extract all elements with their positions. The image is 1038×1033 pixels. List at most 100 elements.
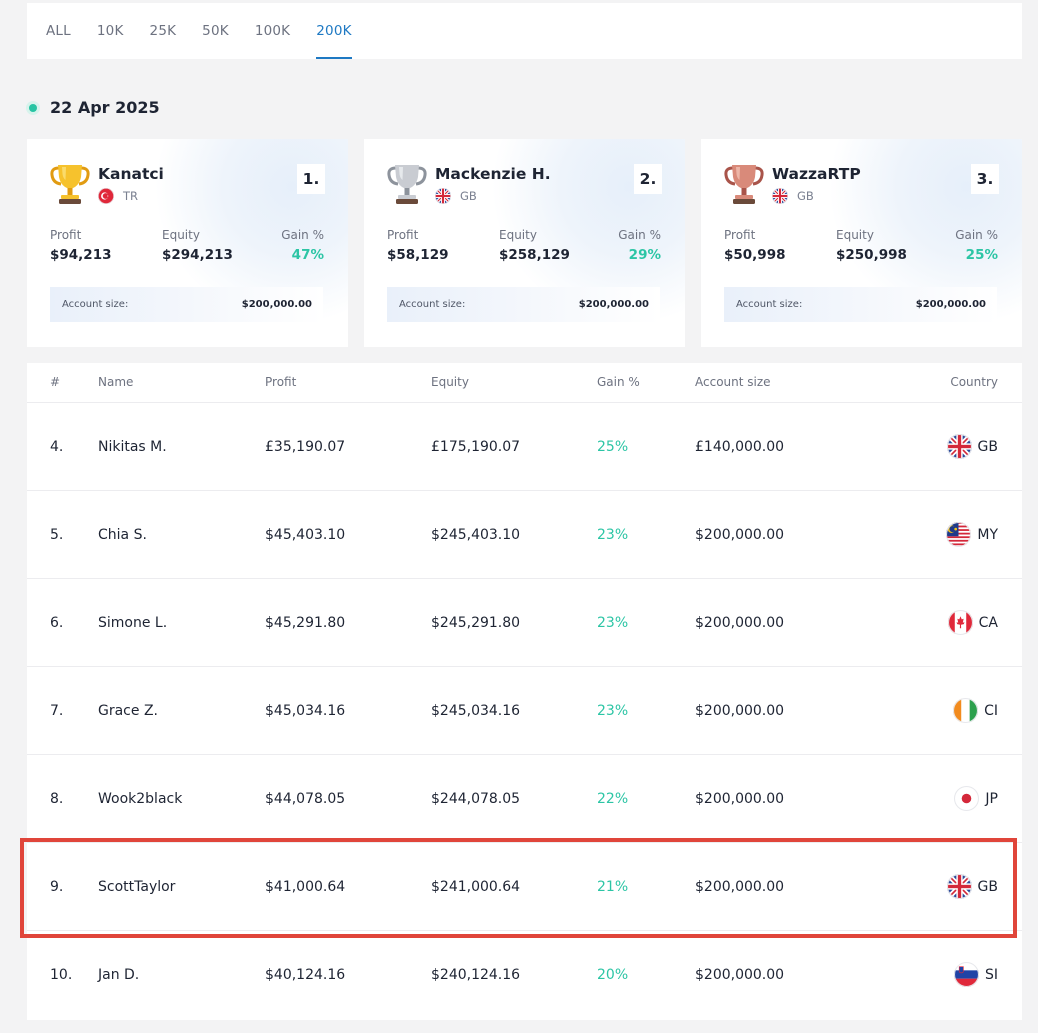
flag-ca-icon: [947, 610, 979, 635]
row-equity: $245,403.10: [431, 527, 521, 543]
header-name: Name: [98, 375, 134, 389]
row-rank: 9.: [50, 879, 64, 895]
equity-stat: Equity $294,213: [162, 228, 233, 263]
table-row[interactable]: 4. Nikitas M. £35,190.07 £175,190.07 25%…: [27, 403, 1022, 491]
row-profit: $45,034.16: [265, 703, 346, 719]
row-rank: 7.: [50, 703, 64, 719]
trader-name: Kanatci: [98, 165, 164, 183]
gain-stat: Gain % 47%: [281, 228, 324, 263]
row-name: Jan D.: [98, 967, 140, 983]
row-equity: $240,124.16: [431, 967, 521, 983]
row-gain: 22%: [597, 791, 629, 807]
account-size-label: Account size:: [736, 299, 803, 310]
row-name: Chia S.: [98, 527, 147, 543]
row-equity: $245,291.80: [431, 615, 521, 631]
row-account-size: $200,000.00: [695, 615, 785, 631]
account-size-value: $200,000.00: [578, 299, 649, 310]
equity-stat: Equity $250,998: [836, 228, 907, 263]
equity-label: Equity: [836, 228, 874, 242]
podium-card-1[interactable]: Kanatci TR 1. Profit $94,213 Equity $294…: [27, 139, 348, 347]
table-row[interactable]: 9. ScottTaylor $41,000.64 $241,000.64 21…: [27, 843, 1022, 931]
gain-label: Gain %: [618, 228, 661, 242]
profit-label: Profit: [50, 228, 82, 242]
equity-label: Equity: [162, 228, 200, 242]
table-row[interactable]: 5. Chia S. $45,403.10 $245,403.10 23% $2…: [27, 491, 1022, 579]
tab-100k[interactable]: 100K: [255, 3, 290, 59]
account-size-value: $200,000.00: [915, 299, 986, 310]
rank-badge: 3.: [971, 164, 999, 194]
silver-trophy-icon: [387, 162, 427, 206]
flag-tr-icon: [98, 188, 114, 204]
row-name: ScottTaylor: [98, 879, 176, 895]
profit-label: Profit: [387, 228, 419, 242]
row-profit: $41,000.64: [265, 879, 346, 895]
date-dot-icon: [29, 103, 37, 112]
gold-trophy-icon: [50, 162, 90, 206]
row-profit: $45,403.10: [265, 527, 346, 543]
flag-my-icon: [946, 522, 977, 547]
row-name: Simone L.: [98, 615, 168, 631]
equity-stat: Equity $258,129: [499, 228, 570, 263]
account-size-label: Account size:: [399, 299, 466, 310]
row-profit: $40,124.16: [265, 967, 346, 983]
row-gain: 25%: [597, 439, 629, 455]
row-country: JP: [954, 786, 998, 811]
equity-value: $250,998: [836, 247, 907, 263]
row-rank: 8.: [50, 791, 64, 807]
flag-jp-icon: [954, 786, 985, 811]
header-country: Country: [950, 375, 998, 389]
leaderboard-table: # Name Profit Equity Gain % Account size…: [27, 363, 1022, 1020]
equity-value: $294,213: [162, 247, 233, 263]
row-rank: 10.: [50, 967, 73, 983]
rank-badge: 2.: [634, 164, 662, 194]
gain-label: Gain %: [281, 228, 324, 242]
table-row[interactable]: 7. Grace Z. $45,034.16 $245,034.16 23% $…: [27, 667, 1022, 755]
row-profit: $44,078.05: [265, 791, 346, 807]
account-size-tabs: ALL 10K 25K 50K 100K 200K: [27, 3, 1022, 59]
country-code: GB: [977, 438, 998, 455]
row-account-size: $200,000.00: [695, 703, 785, 719]
row-country: GB: [946, 874, 998, 899]
tab-all[interactable]: ALL: [46, 3, 71, 59]
row-gain: 23%: [597, 615, 629, 631]
table-header: # Name Profit Equity Gain % Account size…: [27, 363, 1022, 403]
rank-badge: 1.: [297, 164, 325, 194]
header-profit: Profit: [265, 375, 297, 389]
gain-value: 25%: [965, 247, 998, 263]
trader-name: Mackenzie H.: [435, 165, 551, 183]
row-equity: $244,078.05: [431, 791, 521, 807]
row-rank: 5.: [50, 527, 64, 543]
flag-si-icon: [953, 962, 985, 987]
row-rank: 4.: [50, 439, 64, 455]
profit-stat: Profit $94,213: [50, 228, 112, 263]
country-code: JP: [985, 790, 998, 807]
row-country: CA: [947, 610, 998, 635]
profit-label: Profit: [724, 228, 756, 242]
trader-country: GB: [435, 188, 477, 204]
tab-25k[interactable]: 25K: [150, 3, 177, 59]
table-row[interactable]: 6. Simone L. $45,291.80 $245,291.80 23% …: [27, 579, 1022, 667]
row-equity: $245,034.16: [431, 703, 521, 719]
tab-200k[interactable]: 200K: [316, 3, 353, 59]
tab-50k[interactable]: 50K: [202, 3, 229, 59]
trader-country: GB: [772, 188, 814, 204]
podium-card-3[interactable]: WazzaRTP GB 3. Profit $50,998 Equity $25…: [701, 139, 1022, 347]
bronze-trophy-icon: [724, 162, 764, 206]
row-equity: $241,000.64: [431, 879, 521, 895]
gain-stat: Gain % 29%: [618, 228, 661, 263]
table-row[interactable]: 8. Wook2black $44,078.05 $244,078.05 22%…: [27, 755, 1022, 843]
country-code: CA: [978, 614, 998, 631]
table-row[interactable]: 10. Jan D. $40,124.16 $240,124.16 20% $2…: [27, 931, 1022, 1019]
header-equity: Equity: [431, 375, 469, 389]
date-heading: 22 Apr 2025: [29, 98, 160, 117]
podium-card-2[interactable]: Mackenzie H. GB 2. Profit $58,129 Equity…: [364, 139, 685, 347]
flag-gb-icon: [435, 188, 451, 204]
header-gain: Gain %: [597, 375, 640, 389]
gain-value: 29%: [628, 247, 661, 263]
row-account-size: $200,000.00: [695, 791, 785, 807]
account-size-bar: Account size: $200,000.00: [387, 287, 660, 322]
account-size-bar: Account size: $200,000.00: [724, 287, 997, 322]
tab-10k[interactable]: 10K: [97, 3, 124, 59]
profit-stat: Profit $50,998: [724, 228, 786, 263]
row-country: GB: [946, 434, 998, 459]
